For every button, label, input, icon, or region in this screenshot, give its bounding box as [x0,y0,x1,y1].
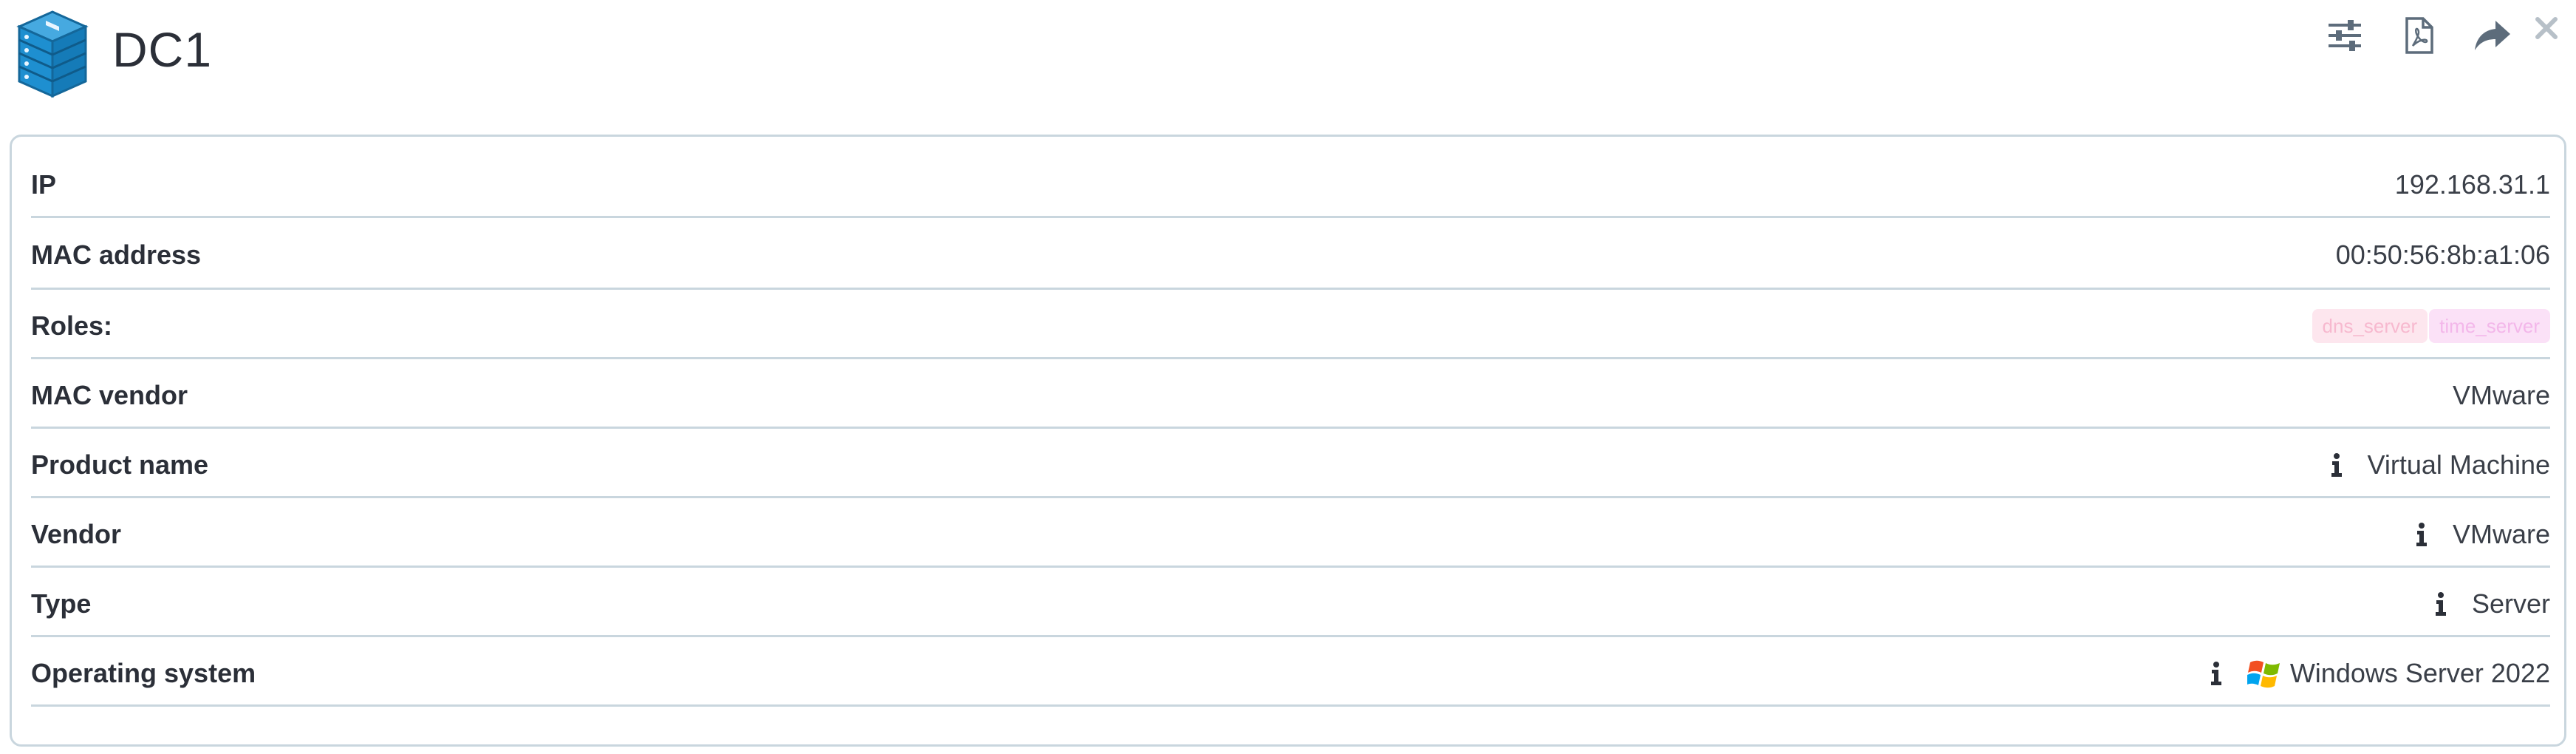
product-name-value-text: Virtual Machine [2367,449,2550,480]
pdf-file-icon[interactable] [2395,12,2442,59]
detail-row-vendor: Vendor VMware [31,498,2550,568]
detail-row-type: Type Server [31,568,2550,637]
mac-vendor-label: MAC vendor [31,379,188,410]
server-stack-icon [16,9,89,99]
mac-address-label: MAC address [31,240,202,270]
product-name-label: Product name [31,449,209,480]
product-name-value: Virtual Machine [2326,445,2550,480]
role-badge-time-server[interactable]: time_server [2429,308,2550,343]
mac-address-value: 00:50:56:8b:a1:06 [2336,235,2550,271]
sliders-icon[interactable] [2321,12,2368,59]
detail-row-mac-address: MAC address 00:50:56:8b:a1:06 [31,218,2550,290]
detail-row-ip: IP 192.168.31.1 [31,149,2550,218]
type-label: Type [31,588,92,619]
share-arrow-icon[interactable] [2469,12,2516,59]
ip-value-text: 192.168.31.1 [2394,169,2550,200]
vendor-label: Vendor [31,518,122,549]
header: DC1 [0,0,2576,133]
vendor-value: VMware [2411,514,2550,550]
ip-label: IP [31,169,57,200]
mac-vendor-value-text: VMware [2452,379,2550,410]
roles-value: dns_server time_server [2311,305,2550,343]
ip-value: 192.168.31.1 [2395,165,2550,200]
detail-row-mac-vendor: MAC vendor VMware [31,359,2550,429]
info-icon[interactable] [2430,589,2451,619]
operating-system-value-text: Windows Server 2022 [2289,657,2550,688]
page-title: DC1 [112,22,213,77]
operating-system-value: Windows Server 2022 [2206,652,2550,690]
details-list: IP 192.168.31.1 MAC address 00:50:56:8b:… [31,149,2550,707]
vendor-value-text: VMware [2452,518,2550,549]
detail-row-roles: Roles: dns_server time_server [31,290,2550,359]
info-icon[interactable] [2411,520,2432,549]
detail-row-operating-system: Operating system Windows Server 2022 [31,637,2550,707]
operating-system-label: Operating system [31,657,256,688]
windows-logo-icon [2245,656,2283,690]
detail-row-product-name: Product name Virtual Machine [31,429,2550,498]
type-value: Server [2430,584,2550,619]
type-value-text: Server [2471,588,2550,619]
role-badge-dns-server[interactable]: dns_server [2312,308,2428,343]
info-icon[interactable] [2206,659,2227,688]
mac-address-value-text: 00:50:56:8b:a1:06 [2335,240,2550,270]
close-icon[interactable] [2524,6,2569,50]
device-details-card: IP 192.168.31.1 MAC address 00:50:56:8b:… [10,135,2566,747]
mac-vendor-value: VMware [2453,376,2550,411]
roles-label: Roles: [31,310,113,341]
info-icon[interactable] [2326,450,2347,480]
